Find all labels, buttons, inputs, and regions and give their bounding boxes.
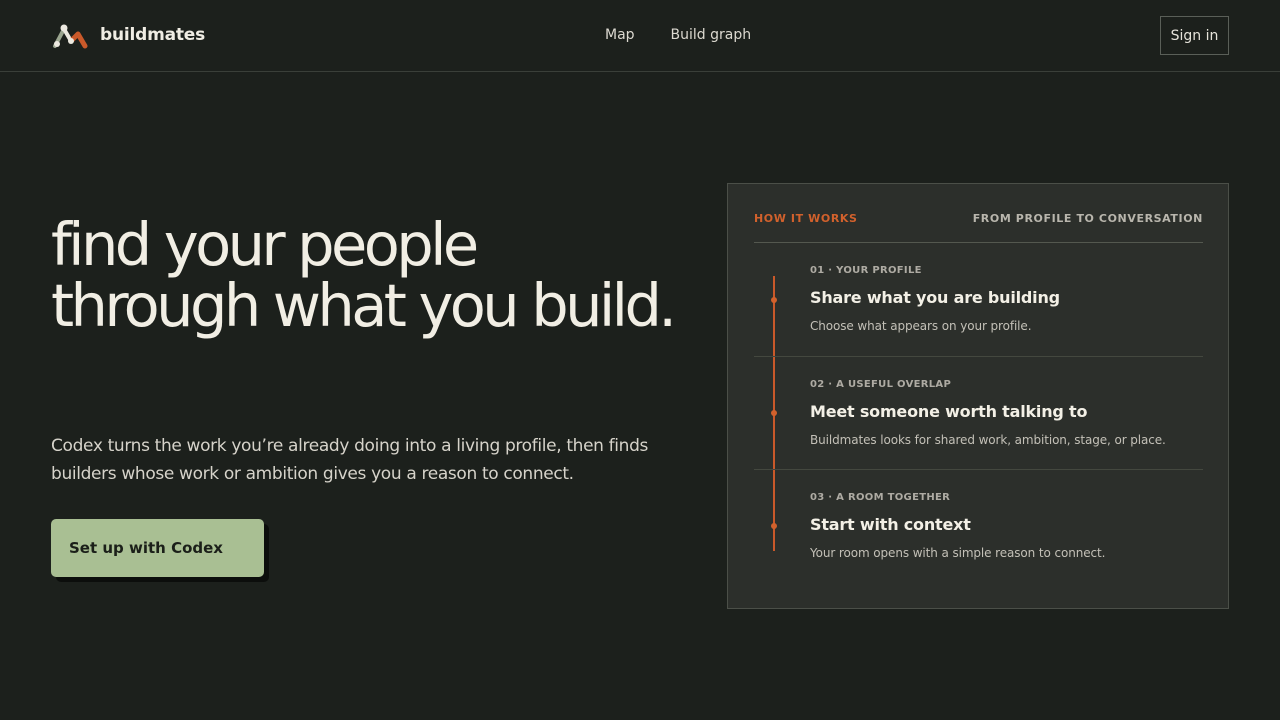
timeline-dot xyxy=(771,523,777,529)
hero-subtitle: Codex turns the work you’re already doin… xyxy=(51,436,649,484)
step-eyebrow: 01 · YOUR PROFILE xyxy=(810,265,922,276)
step-description: Choose what appears on your profile. xyxy=(810,319,1032,333)
how-it-works-label: HOW IT WORKS xyxy=(754,212,858,225)
how-it-works-panel: HOW IT WORKS FROM PROFILE TO CONVERSATIO… xyxy=(727,183,1229,609)
brand-name: buildmates xyxy=(100,25,206,45)
buildmates-logo-icon xyxy=(53,24,88,49)
brand-home-link[interactable]: buildmates xyxy=(52,20,205,50)
nav-link-build-graph[interactable]: Build graph xyxy=(671,25,752,45)
step-eyebrow: 02 · A USEFUL OVERLAP xyxy=(810,379,952,390)
top-navigation-bar: buildmates Map Build graph Sign in xyxy=(0,0,1280,72)
step-description: Buildmates looks for shared work, ambiti… xyxy=(810,433,1166,447)
timeline-dot xyxy=(771,410,777,416)
step-item: 02 · A USEFUL OVERLAP Meet someone worth… xyxy=(754,357,1203,470)
primary-nav: Map Build graph xyxy=(605,25,787,45)
step-title: Share what you are building xyxy=(810,288,1060,307)
how-it-works-tagline: FROM PROFILE TO CONVERSATION xyxy=(972,212,1203,225)
step-item: 01 · YOUR PROFILE Share what you are bui… xyxy=(754,244,1203,357)
step-title: Start with context xyxy=(810,515,971,534)
nav-link-map[interactable]: Map xyxy=(605,25,635,45)
sign-in-button[interactable]: Sign in xyxy=(1160,16,1229,55)
step-item: 03 · A ROOM TOGETHER Start with context … xyxy=(754,470,1203,583)
step-title: Meet someone worth talking to xyxy=(810,402,1088,421)
step-description: Your room opens with a simple reason to … xyxy=(810,546,1106,560)
hero-title: find your people through what you build. xyxy=(51,210,677,340)
set-up-with-codex-button[interactable]: Set up with Codex xyxy=(51,519,264,577)
timeline-dot xyxy=(771,297,777,303)
step-eyebrow: 03 · A ROOM TOGETHER xyxy=(810,492,951,503)
how-it-works-header: HOW IT WORKS FROM PROFILE TO CONVERSATIO… xyxy=(754,210,1203,243)
